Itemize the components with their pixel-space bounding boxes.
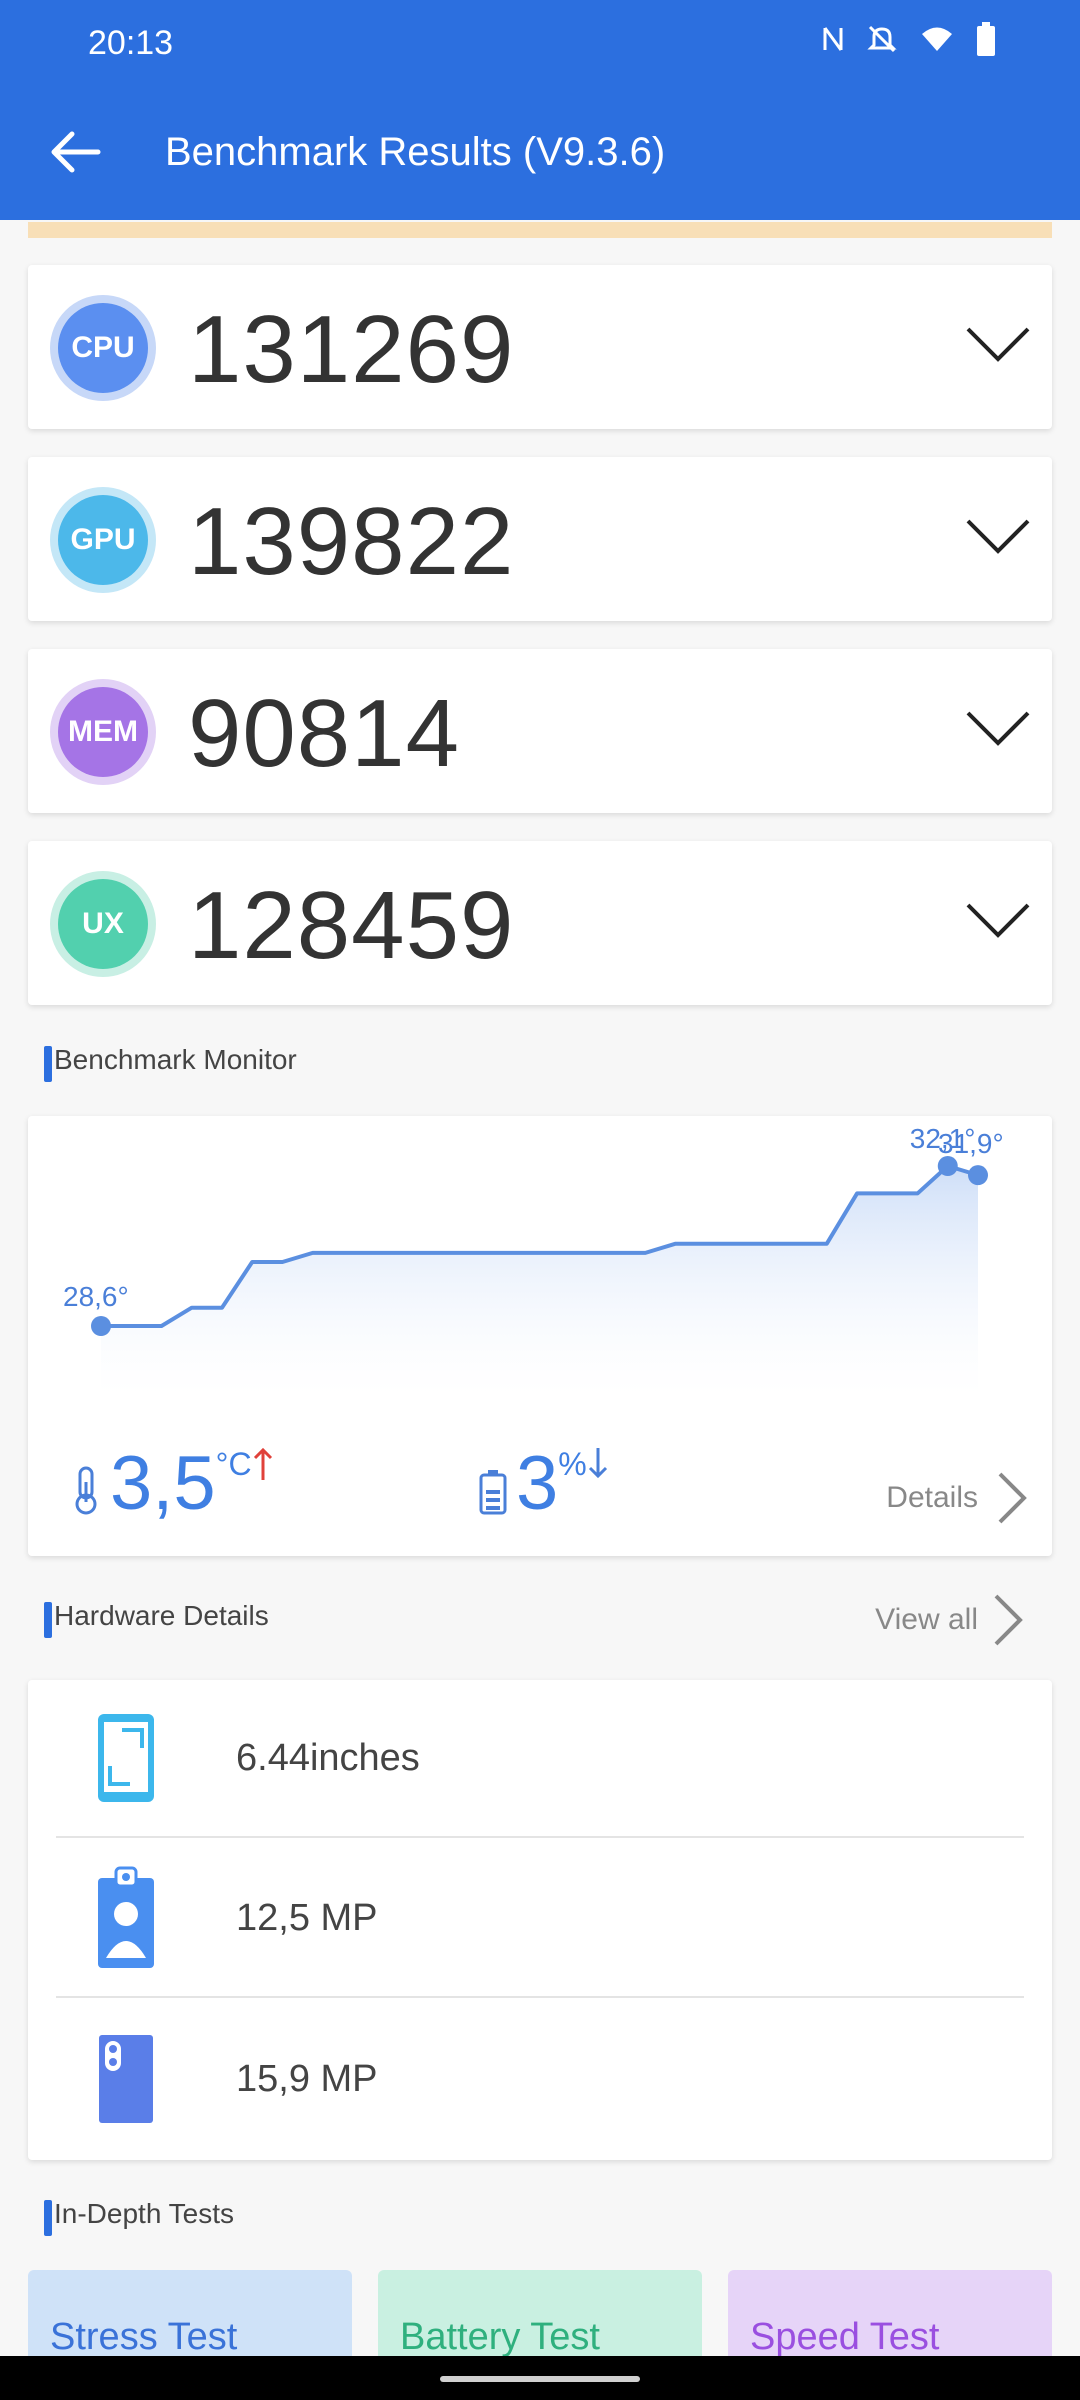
section-accent-bar (44, 1046, 52, 1082)
section-accent-bar (44, 2200, 52, 2236)
details-link[interactable]: Details (886, 1472, 1028, 1524)
mem-score: 90814 (188, 680, 460, 787)
gpu-badge: GPU (50, 487, 156, 593)
speed-test-label: Speed Test (750, 2316, 940, 2358)
view-all-label: View all (875, 1603, 978, 1636)
section-title-monitor: Benchmark Monitor (44, 1044, 297, 1082)
back-button[interactable] (44, 120, 108, 184)
arrow-up-icon (253, 1447, 272, 1480)
section-title-label: In-Depth Tests (54, 2198, 235, 2229)
temperature-chart: 28,6° 32,1° 31,9° (63, 1123, 1004, 1396)
home-gesture-handle[interactable] (440, 2376, 640, 2382)
battery-delta-value: 3 (516, 1441, 559, 1526)
start-point (91, 1316, 111, 1336)
rear-camera-value: 15,9 MP (236, 2057, 378, 2100)
arrow-down-icon (588, 1448, 607, 1479)
status-time: 20:13 (88, 24, 174, 62)
temperature-delta-value: 3,5 (110, 1441, 216, 1526)
page-title: Benchmark Results (V9.3.6) (165, 130, 666, 174)
screen-size-icon (56, 1703, 196, 1813)
thermometer-icon (75, 1466, 97, 1515)
section-title-in-depth: In-Depth Tests (44, 2198, 235, 2236)
mem-badge-label: MEM (58, 687, 148, 777)
promo-banner[interactable] (28, 222, 1052, 238)
mute-icon (866, 23, 898, 55)
status-icons (822, 22, 996, 56)
battery-test-label: Battery Test (400, 2316, 600, 2358)
battery-icon (976, 22, 996, 56)
back-arrow-icon (51, 131, 101, 173)
score-card-ux[interactable]: UX 128459 (28, 841, 1052, 1005)
end-point (968, 1165, 988, 1186)
section-title-hardware: Hardware Details (44, 1600, 269, 1638)
battery-delta: 3 % (478, 1446, 609, 1522)
ux-score: 128459 (188, 872, 515, 979)
battery-level-icon (479, 1470, 507, 1515)
section-title-label: Benchmark Monitor (54, 1044, 297, 1075)
ux-badge: UX (50, 871, 156, 977)
score-card-cpu[interactable]: CPU 131269 (28, 265, 1052, 429)
hardware-row-rear-camera[interactable]: 15,9 MP (56, 2000, 1024, 2158)
temperature-delta: 3,5 °C (68, 1446, 274, 1522)
hardware-details-card: 6.44inches 12,5 MP 15,9 MP (28, 1680, 1052, 2160)
hardware-row-screen[interactable]: 6.44inches (56, 1680, 1024, 1838)
cpu-badge: CPU (50, 295, 156, 401)
view-all-link[interactable]: View all (875, 1594, 1024, 1646)
wifi-icon (920, 25, 954, 53)
front-camera-value: 12,5 MP (236, 1896, 378, 1939)
chevron-down-icon[interactable] (966, 517, 1030, 557)
gpu-score: 139822 (188, 488, 515, 595)
chevron-down-icon[interactable] (966, 901, 1030, 941)
benchmark-monitor-card[interactable]: 28,6° 32,1° 31,9° 3,5 °C 3 % Details (28, 1116, 1052, 1556)
gpu-badge-label: GPU (58, 495, 148, 585)
stress-test-label: Stress Test (50, 2316, 238, 2358)
cpu-badge-label: CPU (58, 303, 148, 393)
hardware-row-front-camera[interactable]: 12,5 MP (56, 1840, 1024, 1998)
rear-camera-icon (56, 2024, 196, 2134)
score-card-mem[interactable]: MEM 90814 (28, 649, 1052, 813)
details-label: Details (886, 1481, 978, 1514)
section-title-label: Hardware Details (54, 1600, 269, 1631)
chevron-right-icon (998, 1472, 1027, 1524)
cpu-score: 131269 (188, 296, 515, 403)
chevron-down-icon[interactable] (966, 325, 1030, 365)
score-card-gpu[interactable]: GPU 139822 (28, 457, 1052, 621)
section-accent-bar (44, 1602, 52, 1638)
mem-badge: MEM (50, 679, 156, 785)
front-camera-icon (56, 1863, 196, 1973)
chevron-down-icon[interactable] (966, 709, 1030, 749)
screen-size-value: 6.44inches (236, 1736, 420, 1779)
end-temp-label: 31,9° (938, 1128, 1004, 1159)
battery-unit: % (558, 1446, 587, 1482)
app-header: 20:13 Benchmark Results (V9.3.6) (0, 0, 1080, 220)
temperature-unit: °C (215, 1446, 252, 1482)
temperature-area (101, 1166, 978, 1396)
ux-badge-label: UX (58, 879, 148, 969)
nfc-icon (822, 24, 844, 54)
start-temp-label: 28,6° (63, 1281, 129, 1312)
chevron-right-icon (994, 1594, 1023, 1646)
